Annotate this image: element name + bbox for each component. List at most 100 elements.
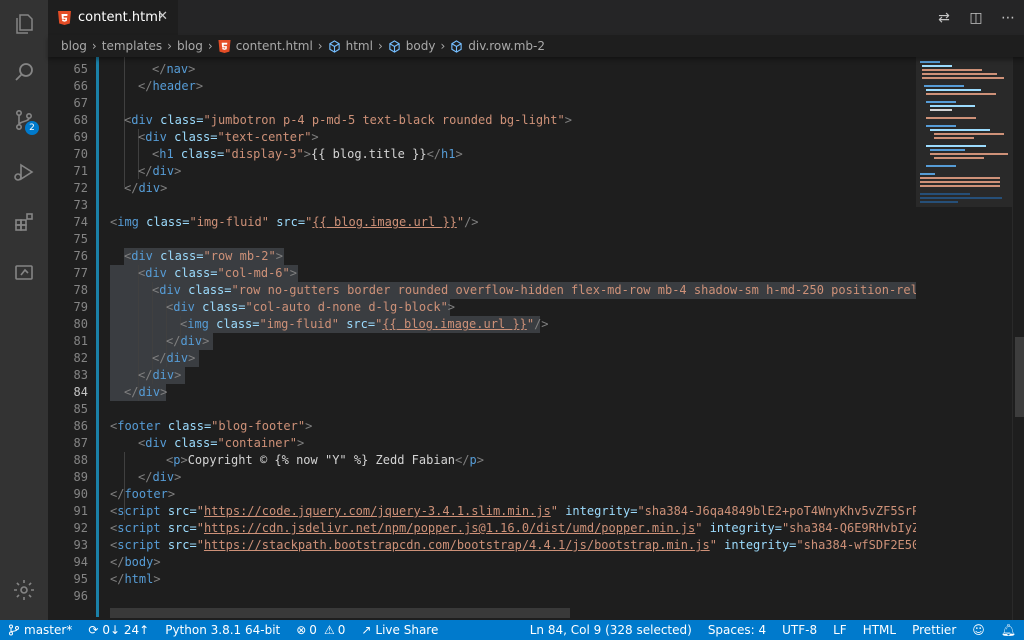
minimap-line xyxy=(924,85,964,87)
breadcrumb-file[interactable]: content.html xyxy=(218,39,313,53)
code-line: <div class="row no-gutters border rounde… xyxy=(152,283,916,297)
code-line: </div> xyxy=(152,351,196,365)
code-line: </div> xyxy=(138,164,182,178)
breadcrumb-file-label: content.html xyxy=(235,39,313,53)
code-line: <div class="row mb-2"> xyxy=(124,249,283,263)
line-number: 67 xyxy=(73,96,88,110)
settings-gear-icon[interactable] xyxy=(0,566,48,614)
line-number: 89 xyxy=(73,470,88,484)
minimap-line xyxy=(922,77,1004,79)
line-number: 91 xyxy=(73,504,88,518)
sync-icon: ⟳ xyxy=(88,623,99,637)
line-number: 90 xyxy=(73,487,88,501)
modified-lines-indicator xyxy=(96,57,99,617)
code-line: </header> xyxy=(138,79,204,93)
scm-badge: 2 xyxy=(25,121,39,135)
breadcrumb-symbol[interactable]: div.row.mb-2 xyxy=(450,39,545,53)
tab-bar: content.html ✕ ⇄ ◫ ⋯ xyxy=(48,0,1024,35)
minimap-selection xyxy=(920,197,1002,199)
language-mode[interactable]: HTML xyxy=(855,620,904,640)
problems-status[interactable]: ⊗ 0 ⚠ 0 xyxy=(288,620,353,640)
line-number: 88 xyxy=(73,453,88,467)
warning-icon: ⚠ xyxy=(323,623,335,637)
branch-name: master* xyxy=(24,623,73,637)
minimap-line xyxy=(926,101,956,103)
code-editor[interactable]: 65 66 67 68 69 70 71 72 73 74 75 76 77 7… xyxy=(48,57,1024,620)
code-line: </div> xyxy=(166,334,210,348)
cube-icon xyxy=(328,39,340,53)
code-line: </div> xyxy=(124,181,168,195)
line-number: 65 xyxy=(73,62,88,76)
code-line: <div class="jumbotron p-4 p-md-5 text-bl… xyxy=(124,113,572,127)
minimap-line xyxy=(934,133,1004,135)
code-line: <div class="col-auto d-none d-lg-block"> xyxy=(166,300,456,314)
indentation-status[interactable]: Spaces: 4 xyxy=(700,620,774,640)
line-number: 92 xyxy=(73,521,88,535)
extensions-icon[interactable] xyxy=(0,198,48,246)
minimap[interactable] xyxy=(916,57,1012,620)
line-number: 74 xyxy=(73,215,88,229)
line-number: 85 xyxy=(73,402,88,416)
line-number-gutter: 65 66 67 68 69 70 71 72 73 74 75 76 77 7… xyxy=(48,57,92,620)
cursor-position[interactable]: Ln 84, Col 9 (328 selected) xyxy=(522,620,700,640)
explorer-icon[interactable] xyxy=(0,0,48,48)
minimap-line xyxy=(926,165,956,167)
vertical-scrollbar[interactable] xyxy=(1012,57,1024,620)
live-share-status[interactable]: ↗ Live Share xyxy=(353,620,446,640)
code-line: <div class="container"> xyxy=(138,436,305,450)
python-interpreter[interactable]: Python 3.8.1 64-bit xyxy=(157,620,288,640)
line-number: 76 xyxy=(73,249,88,263)
minimap-line xyxy=(930,153,1008,155)
sync-status[interactable]: ⟳ 0↓ 24↑ xyxy=(80,620,157,640)
code-line: </html> xyxy=(110,572,161,586)
breadcrumb-symbol[interactable]: html xyxy=(328,39,373,53)
code-line: <script src="https://code.jquery.com/jqu… xyxy=(110,504,916,518)
minimap-line xyxy=(930,105,975,107)
line-number: 96 xyxy=(73,589,88,603)
code-area[interactable]: </nav> </header> <div class="jumbotron p… xyxy=(110,57,916,620)
horizontal-scrollbar[interactable] xyxy=(110,608,570,618)
split-editor-icon[interactable]: ◫ xyxy=(960,0,992,35)
more-actions-icon[interactable]: ⋯ xyxy=(992,0,1024,35)
source-control-icon[interactable]: 2 xyxy=(0,96,48,144)
tab-label: content.html xyxy=(78,10,162,25)
sync-counts: 0↓ 24↑ xyxy=(102,623,150,637)
breadcrumb-symbol-label: html xyxy=(345,39,373,53)
minimap-line xyxy=(930,149,965,151)
compare-changes-icon[interactable]: ⇄ xyxy=(928,0,960,35)
cube-icon xyxy=(451,39,462,53)
error-icon: ⊗ xyxy=(296,623,307,637)
remote-explorer-icon[interactable] xyxy=(0,248,48,296)
code-line: <img class="img-fluid" src="{{ blog.imag… xyxy=(180,317,549,331)
notifications-bell-icon[interactable]: 🔔︎ xyxy=(993,620,1024,640)
code-line: </div> xyxy=(138,470,182,484)
breadcrumb-item[interactable]: templates xyxy=(102,39,162,53)
code-line: </body> xyxy=(110,555,161,569)
breadcrumb-item[interactable]: blog xyxy=(177,39,203,53)
branch-status[interactable]: master* xyxy=(0,620,80,640)
scrollbar-thumb[interactable] xyxy=(1015,337,1024,417)
breadcrumb-item[interactable]: blog xyxy=(61,39,87,53)
close-icon[interactable]: ✕ xyxy=(157,9,168,24)
line-number: 94 xyxy=(73,555,88,569)
feedback-icon[interactable]: ☺ xyxy=(964,620,993,640)
cube-icon xyxy=(389,39,400,53)
minimap-line xyxy=(926,93,996,95)
breadcrumb-symbol[interactable]: body xyxy=(388,39,436,53)
line-number: 81 xyxy=(73,334,88,348)
tab-content-html[interactable]: content.html ✕ xyxy=(48,0,178,35)
line-number: 70 xyxy=(73,147,88,161)
minimap-selection xyxy=(920,201,958,203)
chevron-right-icon: › xyxy=(377,39,383,53)
eol-status[interactable]: LF xyxy=(825,620,855,640)
prettier-status[interactable]: Prettier xyxy=(904,620,964,640)
code-line: <script src="https://cdn.jsdelivr.net/np… xyxy=(110,521,916,535)
run-debug-icon[interactable] xyxy=(0,148,48,196)
line-number: 75 xyxy=(73,232,88,246)
minimap-line xyxy=(922,65,952,67)
minimap-line xyxy=(922,69,982,71)
breadcrumb-symbol-label: body xyxy=(405,39,436,53)
encoding-status[interactable]: UTF-8 xyxy=(774,620,825,640)
search-icon[interactable] xyxy=(0,48,48,96)
line-number: 93 xyxy=(73,538,88,552)
